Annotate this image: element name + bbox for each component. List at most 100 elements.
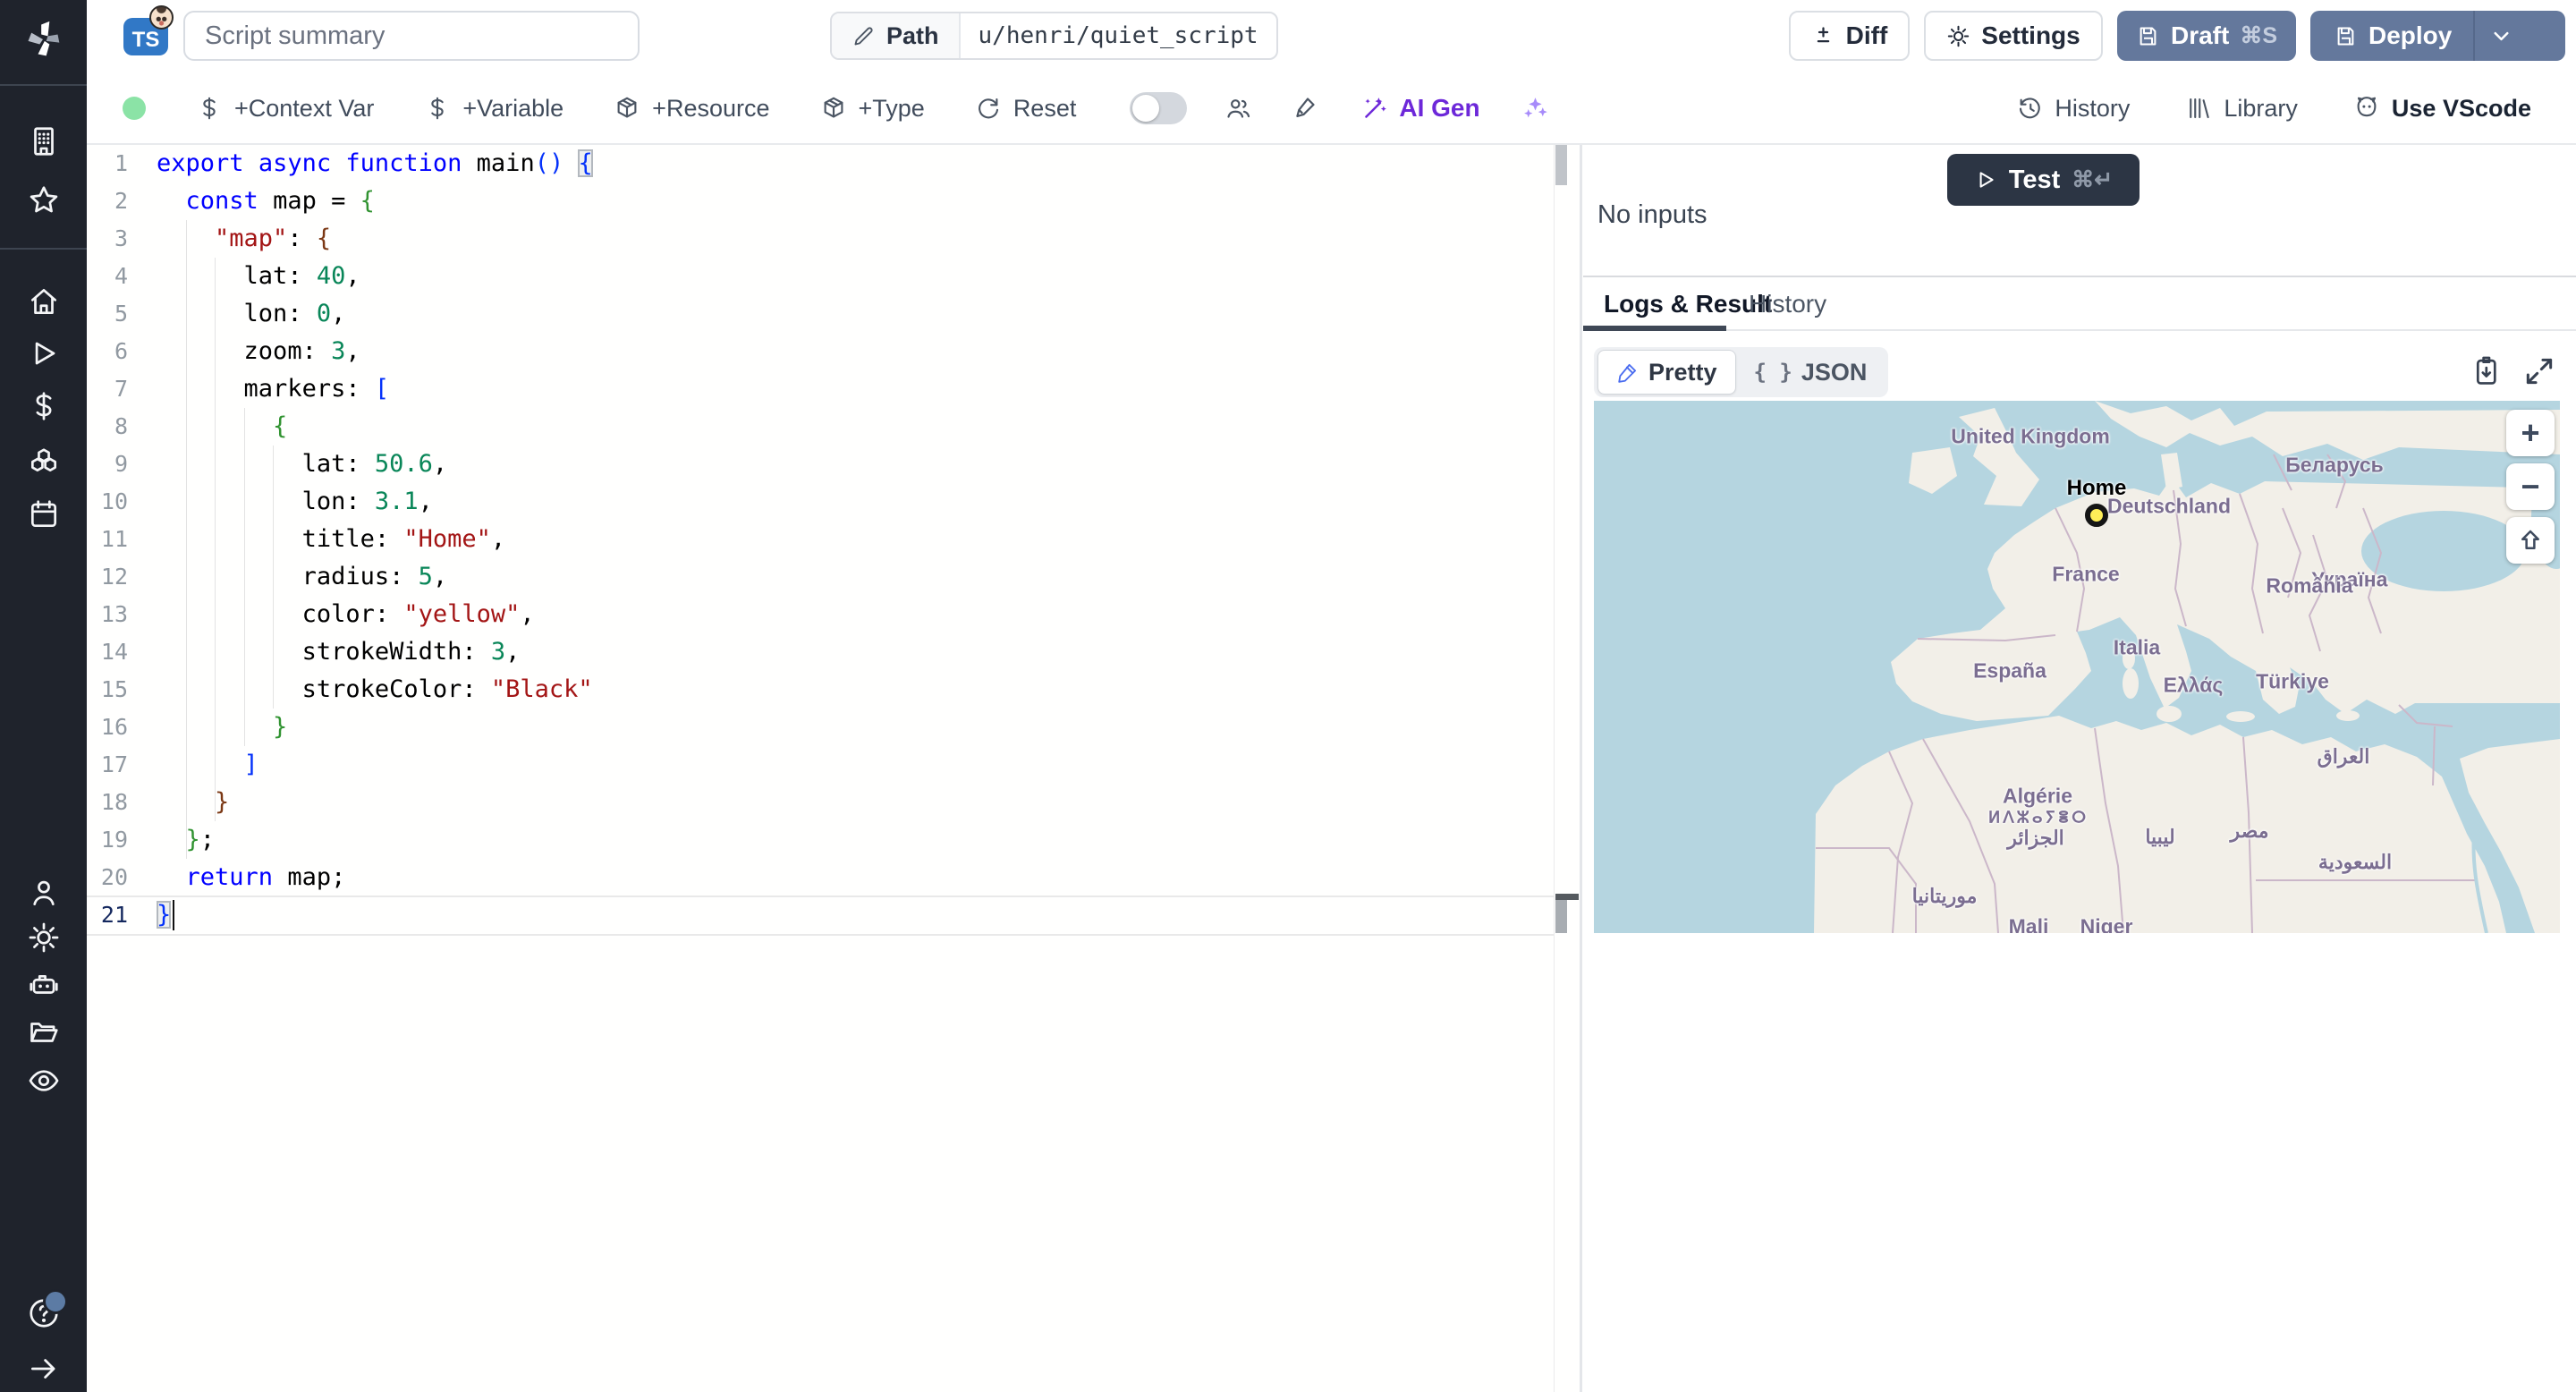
code-line[interactable]: 1 export async function main() {	[87, 145, 1554, 182]
path-control[interactable]: Path u/henri/quiet_script	[830, 12, 1278, 60]
map-marker[interactable]	[2085, 504, 2108, 527]
tab-logs-result[interactable]: Logs & Result	[1604, 290, 1772, 318]
overview-ruler-mark	[1555, 900, 1567, 933]
code-line[interactable]: 19 };	[87, 821, 1554, 859]
code-line[interactable]: 4 lat: 40,	[87, 258, 1554, 295]
view-mode-json[interactable]: { } JSON	[1736, 351, 1885, 394]
code-line[interactable]: 16 }	[87, 709, 1554, 746]
test-button[interactable]: Test ⌘↵	[1947, 154, 2140, 206]
sidebar-item-variables[interactable]	[27, 389, 61, 423]
status-dot	[123, 97, 146, 120]
toolbar-library-button[interactable]: Library	[2185, 95, 2298, 123]
code-editor[interactable]: 1 export async function main() { 2 const m…	[87, 145, 1554, 1392]
map-zoom-in-button[interactable]: +	[2506, 410, 2555, 456]
diff-mode-toggle[interactable]	[1130, 92, 1188, 124]
line-number: 6	[114, 338, 128, 364]
fullscreen-icon[interactable]	[2522, 354, 2556, 388]
map-marker-label: Home	[2066, 476, 2127, 500]
toolbar-reset-button[interactable]: Reset	[975, 95, 1076, 123]
code-text: export async function main() {	[157, 149, 593, 177]
notification-dot	[43, 1289, 68, 1314]
package-icon	[820, 95, 847, 122]
user-icon	[33, 880, 55, 906]
code-line[interactable]: 12 radius: 5,	[87, 558, 1554, 596]
ai-gen-button[interactable]: AI Gen	[1360, 94, 1480, 123]
home-icon	[30, 288, 57, 315]
toolbar--resource-button[interactable]: +Resource	[614, 95, 770, 123]
dollar-icon	[196, 95, 223, 122]
path-value[interactable]: u/henri/quiet_script	[961, 13, 1276, 58]
code-line[interactable]: 14 strokeWidth: 3,	[87, 633, 1554, 671]
line-number: 12	[100, 564, 128, 590]
eye-icon	[29, 1070, 59, 1091]
toolbar--type-button[interactable]: +Type	[820, 95, 925, 123]
toolbar-history-button[interactable]: History	[2016, 95, 2130, 123]
code-line[interactable]: 3 "map": {	[87, 220, 1554, 258]
sidebar-item-resources[interactable]	[27, 446, 61, 480]
code-line[interactable]: 6 zoom: 3,	[87, 333, 1554, 370]
sidebar-item-expand[interactable]	[27, 1352, 61, 1386]
sidebar-item-schedules[interactable]	[27, 497, 61, 531]
calendar-icon	[30, 500, 57, 528]
draft-label: Draft	[2170, 21, 2230, 49]
history-icon	[2016, 95, 2043, 122]
code-text: radius: 5,	[301, 563, 448, 590]
toolbar-use-vscode-button[interactable]: Use VScode	[2353, 95, 2531, 123]
map-zoom-out-button[interactable]: −	[2506, 463, 2555, 510]
code-line[interactable]: 15 strokeColor: "Black"	[87, 671, 1554, 709]
result-tabs: Logs & Result History	[1583, 277, 2576, 331]
sidebar-item-favorites[interactable]	[27, 183, 61, 217]
save-icon	[2334, 24, 2358, 48]
code-line[interactable]: 11 title: "Home",	[87, 521, 1554, 558]
code-text: }	[215, 788, 230, 816]
map-reset-view-button[interactable]	[2506, 517, 2555, 564]
view-mode-pretty[interactable]: Pretty	[1597, 350, 1736, 395]
script-summary-input[interactable]	[183, 11, 640, 61]
sidebar-item-folders[interactable]	[27, 1015, 61, 1049]
windmill-logo-icon[interactable]	[23, 20, 63, 59]
sparkles-icon[interactable]	[1521, 95, 1549, 123]
sidebar-item-workspace[interactable]	[27, 124, 61, 158]
draft-button[interactable]: Draft ⌘S	[2117, 11, 2296, 61]
code-line[interactable]: 18 }	[87, 784, 1554, 821]
code-text: lat: 50.6,	[301, 450, 448, 478]
code-line[interactable]: 10 lon: 3.1,	[87, 483, 1554, 521]
brush-icon[interactable]	[1290, 95, 1318, 123]
line-number: 1	[114, 150, 128, 176]
toolbar--context-var-button[interactable]: +Context Var	[196, 95, 374, 123]
deploy-split-divider	[2473, 11, 2476, 61]
sidebar-item-runs[interactable]	[27, 336, 61, 370]
sidebar-item-audit-logs[interactable]	[27, 1064, 61, 1098]
code-line[interactable]: 20 return map;	[87, 859, 1554, 896]
code-text: strokeWidth: 3,	[301, 638, 521, 666]
chevron-down-icon[interactable]	[2489, 24, 2513, 48]
deploy-button[interactable]: Deploy	[2310, 11, 2565, 61]
toolbar--variable-button[interactable]: +Variable	[424, 95, 564, 123]
dollar-icon	[424, 95, 451, 122]
editor-scrollbar-handle[interactable]	[1555, 145, 1567, 185]
code-line[interactable]: 9 lat: 50.6,	[87, 446, 1554, 483]
code-line[interactable]: 17 ]	[87, 746, 1554, 784]
diff-button[interactable]: Diff	[1789, 11, 1910, 61]
code-line[interactable]: 7 markers: [	[87, 370, 1554, 408]
sidebar-item-home[interactable]	[27, 284, 61, 318]
line-number: 3	[114, 225, 128, 251]
code-line[interactable]: 5 lon: 0,	[87, 295, 1554, 333]
panel-divider[interactable]	[1580, 145, 1582, 1392]
sidebar-item-ai[interactable]	[27, 967, 61, 1001]
line-number: 11	[100, 526, 128, 552]
tab-history[interactable]: History	[1749, 290, 1826, 318]
code-line[interactable]: 13 color: "yellow",	[87, 596, 1554, 633]
editor-scrollbar-track	[1554, 145, 1555, 1392]
code-line[interactable]: 2 const map = {	[87, 182, 1554, 220]
sidebar-item-settings[interactable]	[27, 921, 61, 955]
settings-button[interactable]: Settings	[1924, 11, 2103, 61]
code-text: lon: 0,	[243, 300, 346, 327]
sidebar-item-help[interactable]	[27, 1289, 68, 1330]
result-map[interactable]: United Kingdom Беларусь Deutschland Україна…	[1594, 401, 2560, 933]
code-line[interactable]: 8 {	[87, 408, 1554, 446]
code-line[interactable]: 21}	[87, 896, 1554, 934]
copy-to-clipboard-icon[interactable]	[2469, 354, 2503, 388]
people-icon[interactable]	[1224, 95, 1252, 123]
sidebar-item-users[interactable]	[27, 876, 61, 910]
